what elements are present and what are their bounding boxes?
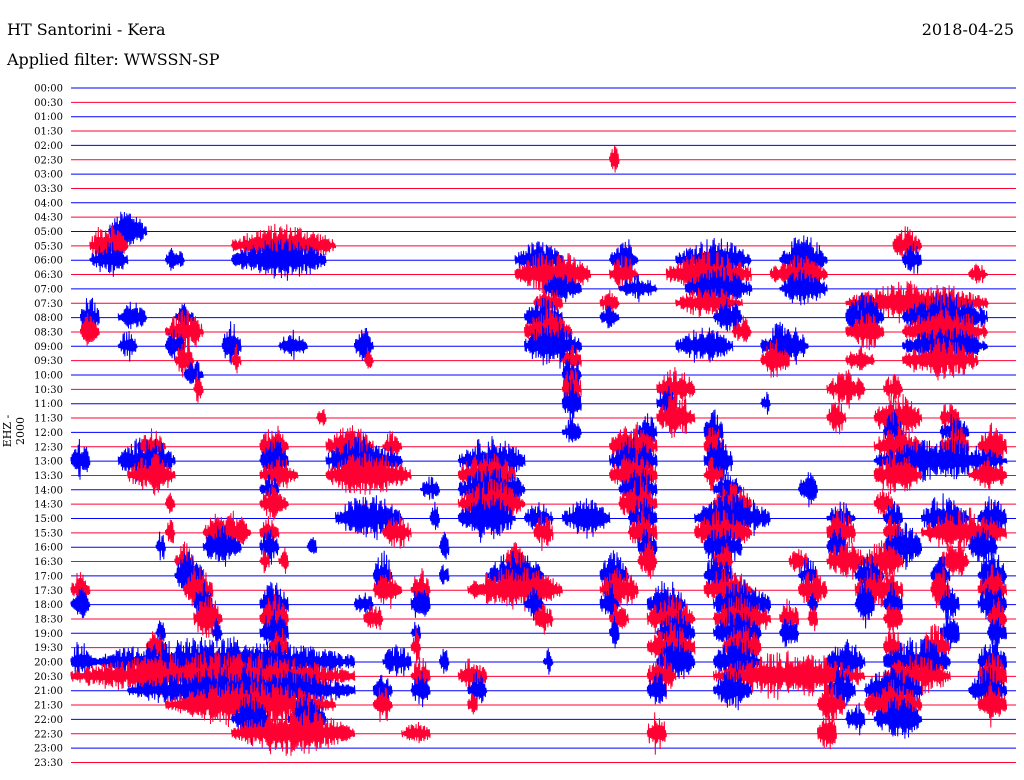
time-tick-label: 02:00 bbox=[34, 141, 63, 152]
seismic-burst bbox=[561, 418, 582, 443]
seismic-burst bbox=[420, 476, 441, 500]
time-tick-label: 12:30 bbox=[34, 442, 63, 453]
time-tick-label: 18:30 bbox=[34, 614, 63, 625]
time-tick-label: 03:30 bbox=[34, 184, 63, 195]
seismic-signals bbox=[70, 146, 1008, 756]
time-tick-label: 16:30 bbox=[34, 557, 63, 568]
time-tick-label: 22:00 bbox=[34, 715, 63, 726]
time-tick-label: 23:30 bbox=[34, 758, 63, 769]
time-tick-label: 14:30 bbox=[34, 500, 63, 511]
time-tick-label: 02:30 bbox=[34, 155, 63, 166]
time-tick-label: 05:30 bbox=[34, 241, 63, 252]
time-tick-label: 01:30 bbox=[34, 127, 63, 138]
time-tick-label: 15:30 bbox=[34, 528, 63, 539]
seismic-burst bbox=[117, 301, 148, 330]
seismic-burst bbox=[845, 346, 875, 371]
time-tick-label: 05:00 bbox=[34, 227, 63, 238]
time-tick-label: 07:00 bbox=[34, 284, 63, 295]
time-tick-label: 21:00 bbox=[34, 686, 63, 697]
seismic-burst bbox=[316, 408, 327, 426]
time-tick-label: 04:00 bbox=[34, 198, 63, 209]
seismic-burst bbox=[155, 531, 166, 561]
time-tick-label: 23:00 bbox=[34, 744, 63, 755]
seismic-burst bbox=[306, 537, 318, 554]
time-tick-label: 15:00 bbox=[34, 514, 63, 525]
time-tick-label: 17:30 bbox=[34, 586, 63, 597]
seismic-burst bbox=[165, 519, 176, 544]
time-tick-label: 00:30 bbox=[34, 98, 63, 109]
time-tick-label: 03:00 bbox=[34, 170, 63, 181]
seismic-burst bbox=[439, 531, 450, 560]
seismic-burst bbox=[165, 247, 185, 271]
seismic-burst bbox=[760, 391, 771, 415]
seismic-burst bbox=[845, 702, 866, 736]
seismic-burst bbox=[382, 644, 412, 677]
time-tick-label: 13:30 bbox=[34, 471, 63, 482]
seismic-burst bbox=[117, 330, 138, 362]
seismic-burst bbox=[609, 146, 620, 173]
seismic-burst bbox=[467, 693, 478, 715]
seismic-burst bbox=[798, 472, 819, 508]
seismic-burst bbox=[439, 564, 450, 585]
time-tick-label: 10:00 bbox=[34, 371, 63, 382]
seismic-burst bbox=[278, 329, 308, 360]
seismic-burst bbox=[826, 399, 847, 435]
time-tick-label: 22:30 bbox=[34, 729, 63, 740]
time-tick-label: 16:00 bbox=[34, 543, 63, 554]
time-tick-label: 11:30 bbox=[34, 414, 63, 425]
time-tick-label: 06:00 bbox=[34, 256, 63, 267]
time-tick-label: 04:30 bbox=[34, 213, 63, 224]
seismic-burst bbox=[70, 438, 91, 480]
time-tick-label: 11:00 bbox=[34, 399, 63, 410]
seismic-burst bbox=[675, 327, 734, 363]
time-tick-label: 21:30 bbox=[34, 701, 63, 712]
seismic-burst bbox=[354, 592, 374, 615]
seismic-burst bbox=[278, 547, 289, 574]
time-tick-label: 06:30 bbox=[34, 270, 63, 281]
seismic-burst bbox=[543, 648, 554, 675]
time-tick-label: 00:00 bbox=[34, 84, 63, 95]
time-tick-label: 14:00 bbox=[34, 485, 63, 496]
time-tick-label: 08:30 bbox=[34, 327, 63, 338]
time-tick-label: 12:00 bbox=[34, 428, 63, 439]
time-tick-label: 19:00 bbox=[34, 629, 63, 640]
time-tick-label: 20:00 bbox=[34, 658, 63, 669]
seismic-burst bbox=[401, 721, 431, 744]
time-tick-label: 07:30 bbox=[34, 299, 63, 310]
seismic-burst bbox=[165, 492, 176, 514]
time-tick-label: 20:30 bbox=[34, 672, 63, 683]
time-tick-label: 09:30 bbox=[34, 356, 63, 367]
seismic-burst bbox=[429, 501, 441, 530]
seismic-burst bbox=[439, 648, 450, 674]
time-tick-label: 08:00 bbox=[34, 313, 63, 324]
time-tick-label: 01:00 bbox=[34, 112, 63, 123]
time-tick-label: 17:00 bbox=[34, 571, 63, 582]
seismic-burst bbox=[968, 263, 989, 284]
time-tick-label: 19:30 bbox=[34, 643, 63, 654]
time-tick-label: 18:00 bbox=[34, 600, 63, 611]
time-tick-label: 13:00 bbox=[34, 457, 63, 468]
time-tick-labels: 00:00 00:30 01:00 01:30 02:00 02:30 03:00 03:30… bbox=[34, 84, 63, 769]
time-tick-label: 09:00 bbox=[34, 342, 63, 353]
time-tick-label: 10:30 bbox=[34, 385, 63, 396]
helicorder-plot: 00:00 00:30 01:00 01:30 02:00 02:30 03:00 03:30… bbox=[34, 84, 1016, 769]
